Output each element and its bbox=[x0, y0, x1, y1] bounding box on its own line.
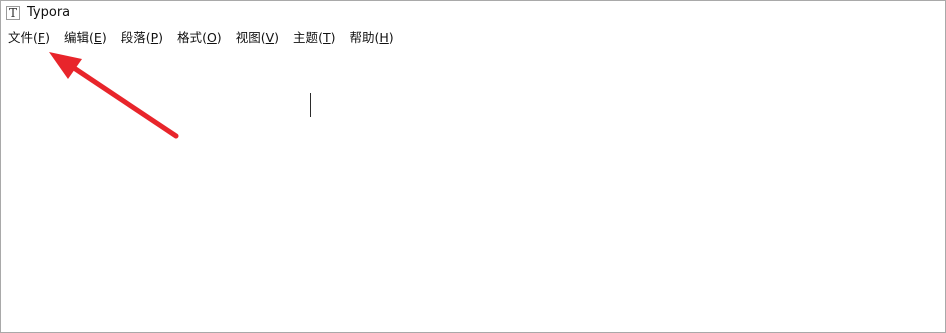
editor-area[interactable] bbox=[1, 48, 945, 332]
menu-paragraph[interactable]: 段落(P) bbox=[121, 25, 163, 48]
menu-edit-mnemonic: E bbox=[93, 29, 102, 45]
menu-paragraph-label: 段落 bbox=[120, 29, 146, 45]
menu-bar: 文件(F) 编辑(E) 段落(P) 格式(O) 视图(V) 主题(T) 帮助(H… bbox=[1, 25, 945, 47]
menu-edit-label: 编辑 bbox=[64, 29, 90, 45]
menu-help-label: 帮助 bbox=[349, 29, 375, 45]
menu-edit[interactable]: 编辑(E) bbox=[64, 25, 107, 48]
window-title: Typora bbox=[27, 5, 71, 20]
menu-format[interactable]: 格式(O) bbox=[177, 25, 222, 48]
menu-view-mnemonic: V bbox=[265, 29, 275, 45]
menu-view[interactable]: 视图(V) bbox=[236, 25, 279, 48]
menu-format-mnemonic: O bbox=[206, 29, 217, 45]
typora-window: T Typora 文件(F) 编辑(E) 段落(P) 格式(O) 视图(V) 主… bbox=[0, 0, 946, 333]
menu-theme-label: 主题 bbox=[293, 29, 319, 45]
menu-help[interactable]: 帮助(H) bbox=[349, 25, 393, 48]
menu-view-label: 视图 bbox=[235, 29, 261, 45]
menu-file-label: 文件 bbox=[8, 29, 34, 45]
menu-help-mnemonic: H bbox=[379, 29, 389, 45]
text-caret bbox=[310, 93, 311, 117]
typora-app-icon[interactable]: T bbox=[6, 5, 20, 20]
menu-theme[interactable]: 主题(T) bbox=[293, 25, 335, 48]
menu-theme-mnemonic: T bbox=[322, 29, 331, 45]
title-bar[interactable]: T Typora bbox=[1, 1, 945, 24]
menu-file[interactable]: 文件(F) bbox=[8, 25, 50, 48]
menu-format-label: 格式 bbox=[177, 29, 203, 45]
